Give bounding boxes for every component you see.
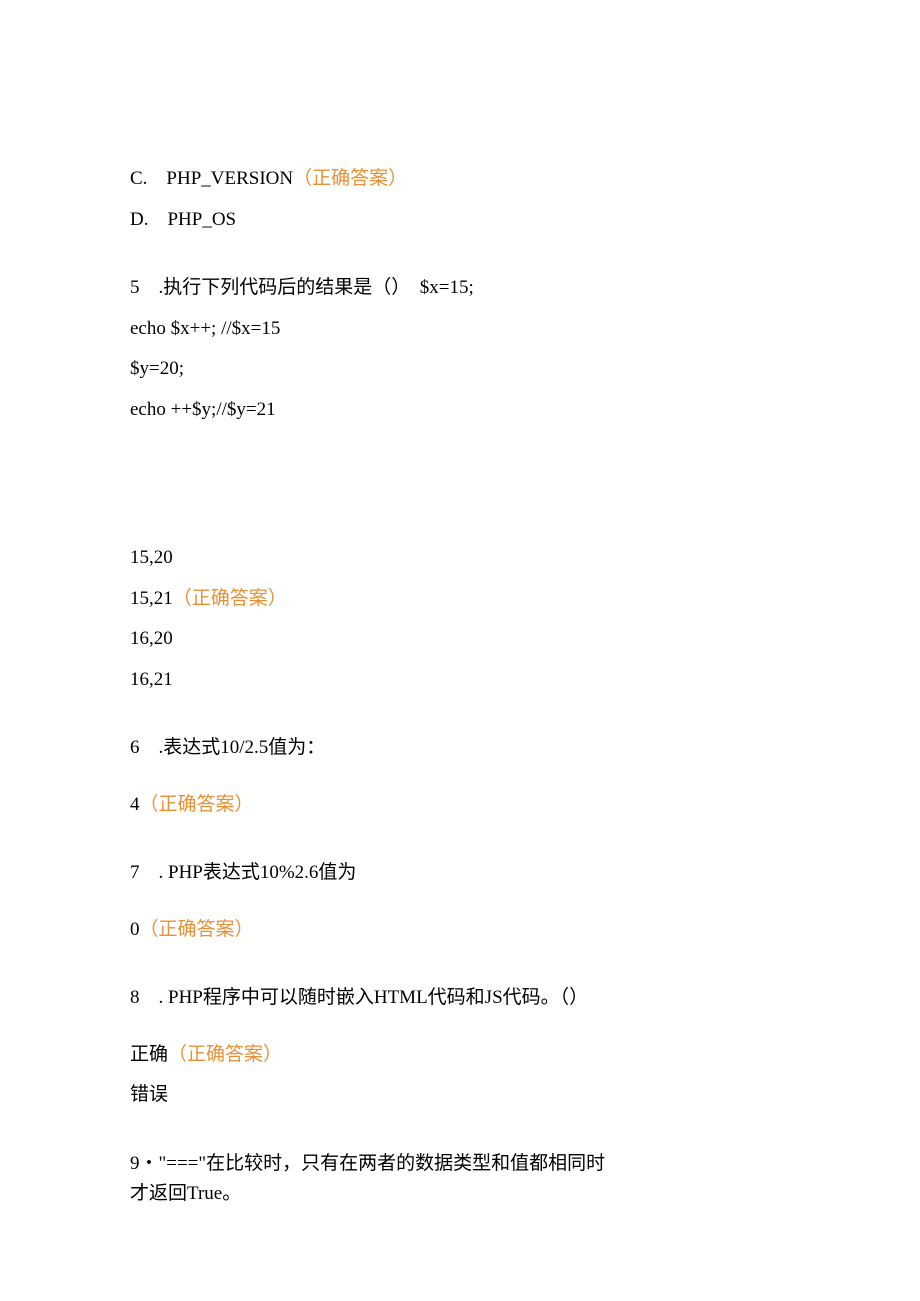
correct-mark: （正确答案）: [173, 588, 287, 609]
q5-code1: echo $x++; //$x=15: [130, 315, 790, 344]
q5-a1: 15,20: [130, 544, 790, 573]
q5-code3: echo ++$y;//$y=21: [130, 396, 790, 425]
q5-code2: $y=20;: [130, 355, 790, 384]
q7-ans-text: 0: [130, 919, 140, 940]
q5-a4: 16,21: [130, 666, 790, 695]
q5-a3: 16,20: [130, 625, 790, 654]
q6-answer: 4（正确答案）: [130, 791, 790, 820]
question-6: 6 .表达式10/2.5值为： 4（正确答案）: [130, 734, 790, 819]
q7-title: 7 . PHP表达式10%2.6值为: [130, 859, 790, 888]
q5-a2-text: 15,21: [130, 588, 173, 609]
document-page: C. PHP_VERSION（正确答案） D. PHP_OS 5 .执行下列代码…: [0, 0, 920, 1301]
question-8: 8 . PHP程序中可以随时嵌入HTML代码和JS代码。（） 正确（正确答案） …: [130, 984, 790, 1110]
option-c: C. PHP_VERSION（正确答案）: [130, 165, 790, 194]
q8-a1-text: 正确: [130, 1044, 168, 1065]
q5-title: 5 .执行下列代码后的结果是（） $x=15;: [130, 274, 790, 303]
correct-mark: （正确答案）: [293, 168, 407, 189]
question-9: 9・"==="在比较时，只有在两者的数据类型和值都相同时 才返回True。: [130, 1150, 790, 1209]
q8-a1: 正确（正确答案）: [130, 1041, 790, 1070]
correct-mark: （正确答案）: [140, 794, 254, 815]
q5-a2: 15,21（正确答案）: [130, 585, 790, 614]
q9-l1: 9・"==="在比较时，只有在两者的数据类型和值都相同时: [130, 1150, 790, 1179]
correct-mark: （正确答案）: [140, 919, 254, 940]
q8-title: 8 . PHP程序中可以随时嵌入HTML代码和JS代码。（）: [130, 984, 790, 1013]
option-d-text: D. PHP_OS: [130, 209, 236, 230]
correct-mark: （正确答案）: [168, 1044, 282, 1065]
q7-answer: 0（正确答案）: [130, 916, 790, 945]
q6-title: 6 .表达式10/2.5值为：: [130, 734, 790, 763]
question-7: 7 . PHP表达式10%2.6值为 0（正确答案）: [130, 859, 790, 944]
question-5-answers: 15,20 15,21（正确答案） 16,20 16,21: [130, 544, 790, 694]
q9-l2: 才返回True。: [130, 1180, 790, 1209]
option-c-text: C. PHP_VERSION: [130, 168, 293, 189]
question-5-head: 5 .执行下列代码后的结果是（） $x=15; echo $x++; //$x=…: [130, 274, 790, 424]
q8-a2: 错误: [130, 1081, 790, 1110]
q6-ans-text: 4: [130, 794, 140, 815]
option-d: D. PHP_OS: [130, 206, 790, 235]
